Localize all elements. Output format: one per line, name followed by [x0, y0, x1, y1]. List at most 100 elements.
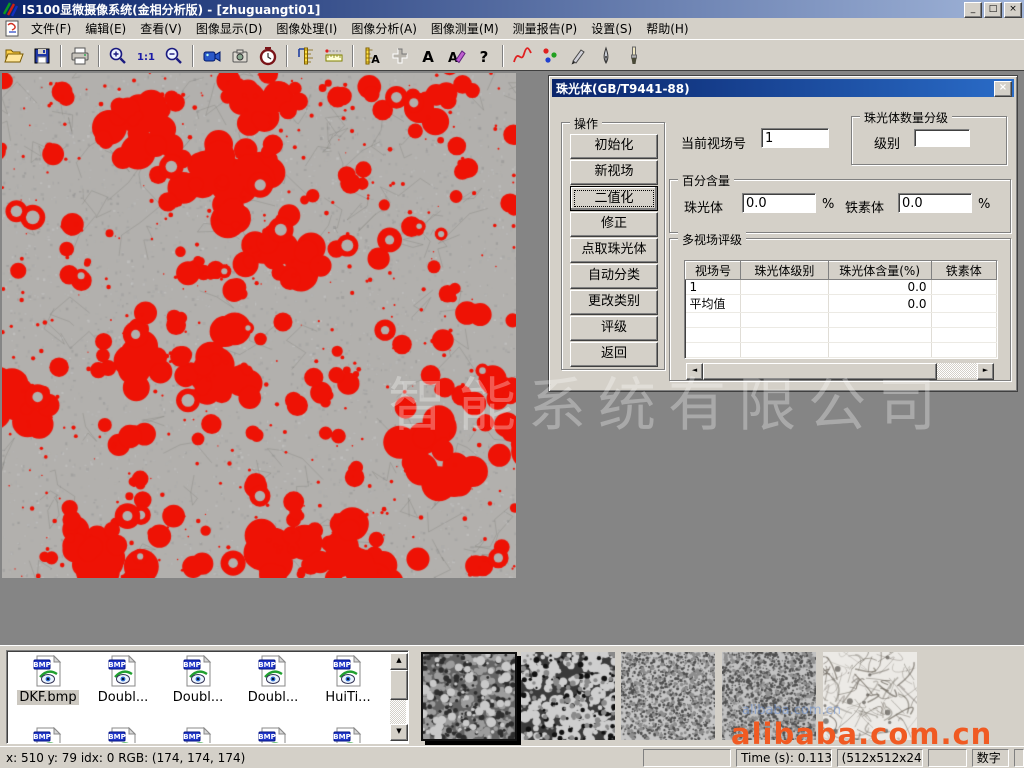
video-camera-icon — [202, 46, 222, 66]
zoom-in-icon — [108, 46, 128, 66]
ferrite-unit: % — [978, 197, 990, 212]
file-item[interactable]: BMP — [311, 727, 385, 744]
pearlite-value-input[interactable] — [742, 193, 816, 213]
timer-button[interactable] — [255, 43, 281, 69]
file-item[interactable]: BMP Doubl... — [86, 655, 160, 705]
scroll-left-arrow[interactable]: ◄ — [686, 363, 703, 380]
pen-nib-button[interactable] — [593, 43, 619, 69]
col-pearlite-grade[interactable]: 珠光体级别 — [741, 262, 829, 280]
scroll-thumb[interactable] — [703, 363, 937, 380]
menu-image-analysis[interactable]: 图像分析(A) — [344, 17, 424, 40]
scroll-down-arrow[interactable]: ▼ — [390, 724, 408, 741]
zoom-out-button[interactable] — [161, 43, 187, 69]
cursor-position-status: x: 510 y: 79 idx: 0 RGB: (174, 174, 174) — [0, 751, 643, 765]
thumbnail-1[interactable] — [421, 652, 517, 741]
file-item[interactable]: BMP Doubl... — [236, 655, 310, 705]
binarize-button[interactable]: 二值化 — [570, 186, 658, 211]
new-field-button[interactable]: 新视场 — [570, 160, 658, 185]
menu-bar: 文件(F) 编辑(E) 查看(V) 图像显示(D) 图像处理(I) 图像分析(A… — [0, 18, 1024, 39]
menu-image-process[interactable]: 图像处理(I) — [269, 17, 344, 40]
ferrite-value-input[interactable] — [898, 193, 972, 213]
open-file-button[interactable] — [1, 43, 27, 69]
file-item[interactable]: BMP — [161, 727, 235, 744]
menu-file[interactable]: 文件(F) — [24, 17, 78, 40]
dialog-close-button[interactable]: × — [994, 81, 1012, 97]
brush-button[interactable] — [621, 43, 647, 69]
menu-image-display[interactable]: 图像显示(D) — [189, 17, 270, 40]
file-list: BMP DKF.bmp BMP Doubl... BMP Doubl... BM… — [6, 650, 409, 744]
return-button[interactable]: 返回 — [570, 342, 658, 367]
file-item[interactable]: BMP HuiTi... — [311, 655, 385, 705]
scroll-thumb[interactable] — [390, 670, 408, 700]
menu-edit[interactable]: 编辑(E) — [78, 17, 133, 40]
document-icon[interactable] — [4, 20, 21, 37]
edit-annotation-button[interactable]: A — [443, 43, 469, 69]
video-capture-button[interactable] — [199, 43, 225, 69]
micrograph-image[interactable] — [2, 73, 516, 578]
thumbnail-4[interactable] — [722, 652, 816, 740]
file-item[interactable]: BMP DKF.bmp — [11, 655, 85, 705]
caliper-text-icon: A — [362, 46, 382, 66]
print-button[interactable] — [67, 43, 93, 69]
pick-pearlite-button[interactable]: 点取珠光体 — [570, 238, 658, 263]
thumbnail-3[interactable] — [621, 652, 715, 740]
status-mode: 数字 — [972, 749, 1009, 767]
color-dots-icon — [540, 46, 560, 66]
file-name: Doubl... — [171, 690, 225, 705]
letter-a-pencil-icon: A — [446, 46, 466, 66]
correct-button[interactable]: 修正 — [570, 212, 658, 237]
ruler-measure-button[interactable] — [321, 43, 347, 69]
menu-image-measure[interactable]: 图像测量(M) — [424, 17, 506, 40]
toolbar-separator — [192, 45, 194, 67]
bottom-panel: BMP DKF.bmp BMP Doubl... BMP Doubl... BM… — [0, 645, 1024, 747]
thumbnail-image — [621, 652, 715, 740]
table-horizontal-scrollbar[interactable]: ◄ ► — [686, 363, 994, 378]
save-button[interactable] — [29, 43, 55, 69]
file-item[interactable]: BMP — [86, 727, 160, 744]
menu-view[interactable]: 查看(V) — [133, 17, 189, 40]
table-row — [686, 343, 997, 358]
table-row[interactable]: 1 0.0 — [686, 280, 997, 295]
table-row — [686, 328, 997, 343]
curve-tool-button[interactable] — [509, 43, 535, 69]
grade-button[interactable]: 评级 — [570, 316, 658, 341]
current-field-label: 当前视场号 — [681, 133, 746, 152]
grid-cross-button[interactable] — [387, 43, 413, 69]
minimize-button[interactable]: _ — [964, 2, 982, 18]
thumbnail-2[interactable] — [521, 652, 615, 740]
current-field-input[interactable] — [761, 128, 829, 148]
camera-capture-button[interactable] — [227, 43, 253, 69]
caliper-measure-button[interactable] — [293, 43, 319, 69]
close-button[interactable]: × — [1004, 2, 1022, 18]
help-button[interactable]: ? — [471, 43, 497, 69]
scroll-right-arrow[interactable]: ► — [977, 363, 994, 380]
zoom-out-icon — [164, 46, 184, 66]
file-item[interactable]: BMP Doubl... — [161, 655, 235, 705]
menu-help[interactable]: 帮助(H) — [639, 17, 695, 40]
printer-icon — [70, 46, 90, 66]
auto-classify-button[interactable]: 自动分类 — [570, 264, 658, 289]
scroll-up-arrow[interactable]: ▲ — [390, 653, 408, 670]
file-list-scrollbar[interactable]: ▲ ▼ — [390, 653, 406, 741]
file-item[interactable]: BMP — [11, 727, 85, 744]
text-annotation-button[interactable]: A — [415, 43, 441, 69]
operation-group: 操作 初始化 新视场 二值化 修正 点取珠光体 自动分类 更改类别 评级 返回 — [561, 122, 665, 370]
table-row[interactable]: 平均值 0.0 — [686, 295, 997, 313]
zoom-in-button[interactable] — [105, 43, 131, 69]
change-class-button[interactable]: 更改类别 — [570, 290, 658, 315]
actual-size-button[interactable]: 1:1 — [133, 43, 159, 69]
menu-measure-report[interactable]: 测量报告(P) — [506, 17, 585, 40]
file-item[interactable]: BMP — [236, 727, 310, 744]
menu-settings[interactable]: 设置(S) — [584, 17, 639, 40]
init-button[interactable]: 初始化 — [570, 134, 658, 159]
marker-pen-button[interactable] — [565, 43, 591, 69]
phase-dots-button[interactable] — [537, 43, 563, 69]
col-field-number[interactable]: 视场号 — [686, 262, 741, 280]
maximize-button[interactable]: □ — [984, 2, 1002, 18]
col-pearlite-content[interactable]: 珠光体含量(%) — [828, 262, 931, 280]
col-ferrite[interactable]: 铁素体 — [931, 262, 996, 280]
thumbnail-5[interactable] — [823, 652, 917, 740]
caliper-text-button[interactable]: A — [359, 43, 385, 69]
level-input[interactable] — [914, 129, 970, 147]
scroll-track[interactable] — [937, 363, 977, 378]
